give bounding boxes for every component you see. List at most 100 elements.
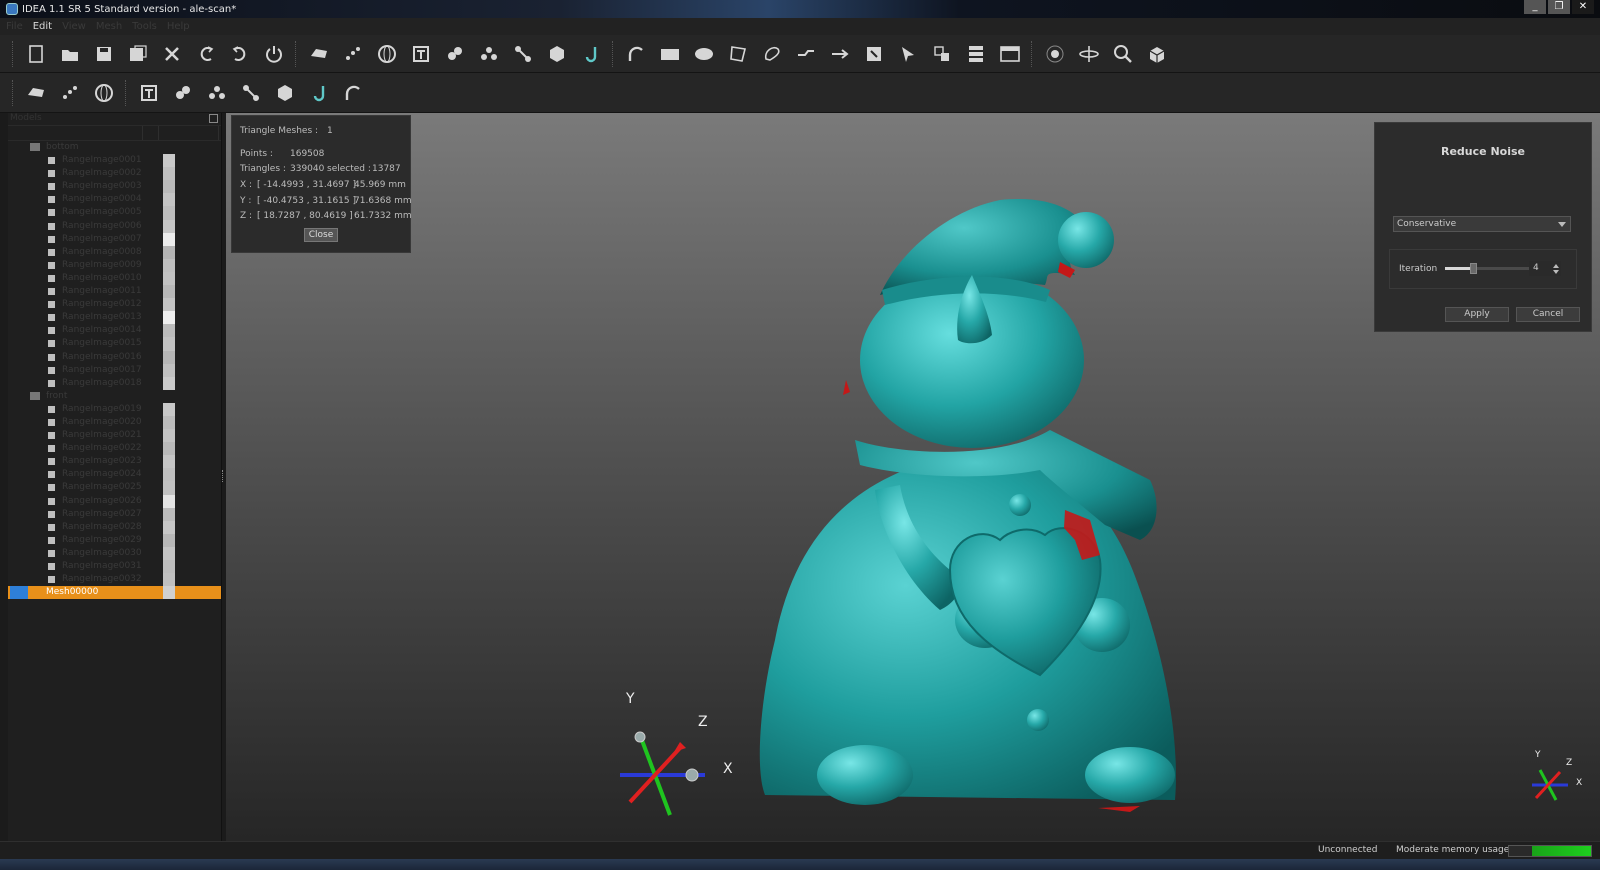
tree-item[interactable]: RangeImage0001 bbox=[8, 154, 221, 168]
tree-item[interactable]: RangeImage0008 bbox=[8, 245, 221, 259]
save-as-button[interactable] bbox=[123, 39, 153, 69]
open-folder-button[interactable] bbox=[55, 39, 85, 69]
tree-item[interactable]: RangeImage0005 bbox=[8, 206, 221, 220]
iteration-slider-handle[interactable] bbox=[1470, 263, 1477, 274]
tree-item[interactable]: RangeImage0007 bbox=[8, 232, 221, 246]
delete-x-button[interactable] bbox=[157, 39, 187, 69]
edit-tool-4-button[interactable] bbox=[236, 78, 266, 108]
color-swatch[interactable] bbox=[163, 468, 175, 482]
tree-item[interactable]: RangeImage0021 bbox=[8, 429, 221, 443]
light-button[interactable] bbox=[21, 78, 51, 108]
color-swatch[interactable] bbox=[163, 219, 175, 233]
tree-item[interactable]: RangeImage0024 bbox=[8, 468, 221, 482]
tree-item[interactable]: RangeImage0031 bbox=[8, 560, 221, 574]
tree-item[interactable]: RangeImage0032 bbox=[8, 573, 221, 587]
invert-select-button[interactable] bbox=[859, 39, 889, 69]
color-swatch[interactable] bbox=[163, 429, 175, 443]
color-swatch[interactable] bbox=[163, 507, 175, 521]
tree-item[interactable]: RangeImage0017 bbox=[8, 363, 221, 377]
tree-item[interactable]: RangeImage0029 bbox=[8, 533, 221, 547]
toolbar-grip[interactable] bbox=[12, 40, 15, 67]
maximize-button[interactable]: ❐ bbox=[1548, 0, 1570, 14]
line-segment-button[interactable] bbox=[791, 39, 821, 69]
merge-button[interactable] bbox=[440, 39, 470, 69]
edit-tool-2-button[interactable] bbox=[168, 78, 198, 108]
close-window-button[interactable]: ✕ bbox=[1572, 0, 1594, 14]
tree-item[interactable]: RangeImage0011 bbox=[8, 285, 221, 299]
tree-item[interactable]: RangeImage0026 bbox=[8, 494, 221, 508]
tree-item[interactable]: RangeImage0027 bbox=[8, 507, 221, 521]
snowman-mesh[interactable] bbox=[759, 199, 1176, 812]
lasso-button[interactable] bbox=[757, 39, 787, 69]
surface-button[interactable] bbox=[304, 78, 334, 108]
zoom-button[interactable] bbox=[1108, 39, 1138, 69]
color-swatch[interactable] bbox=[163, 285, 175, 299]
scanner-button[interactable] bbox=[304, 39, 334, 69]
cancel-button[interactable]: Cancel bbox=[1516, 307, 1580, 322]
tree-item[interactable]: RangeImage0028 bbox=[8, 520, 221, 534]
color-swatch[interactable] bbox=[163, 206, 175, 220]
tree-item[interactable]: RangeImage0004 bbox=[8, 193, 221, 207]
layers-button[interactable] bbox=[961, 39, 991, 69]
ellipse-select-button[interactable] bbox=[689, 39, 719, 69]
save-button[interactable] bbox=[89, 39, 119, 69]
column-color[interactable] bbox=[143, 126, 159, 140]
tree-item-selected[interactable]: Mesh00000 bbox=[8, 586, 221, 600]
tree-item[interactable]: RangeImage0023 bbox=[8, 455, 221, 469]
color-swatch[interactable] bbox=[163, 494, 175, 508]
tree-item[interactable]: RangeImage0020 bbox=[8, 415, 221, 430]
color-swatch[interactable] bbox=[163, 180, 175, 194]
noise-mode-dropdown[interactable]: Conservative bbox=[1393, 216, 1571, 232]
tree-item[interactable]: RangeImage0018 bbox=[8, 376, 221, 390]
tree-item[interactable]: RangeImage0002 bbox=[8, 167, 221, 181]
color-swatch[interactable] bbox=[163, 298, 175, 312]
tree-group-bottom[interactable]: bottom bbox=[8, 141, 221, 154]
edit-tool-3-button[interactable] bbox=[202, 78, 232, 108]
spin-down-icon[interactable] bbox=[1553, 270, 1559, 274]
spin-up-icon[interactable] bbox=[1553, 264, 1559, 268]
polygon-select-button[interactable] bbox=[723, 39, 753, 69]
hexagon-button[interactable] bbox=[542, 39, 572, 69]
edit-tool-5-button[interactable] bbox=[270, 78, 300, 108]
cube-view-button[interactable] bbox=[1142, 39, 1172, 69]
edit-tool-1-button[interactable] bbox=[134, 78, 164, 108]
color-swatch[interactable] bbox=[163, 258, 175, 272]
tree-item[interactable]: RangeImage0003 bbox=[8, 180, 221, 194]
panel-splitter-handle[interactable] bbox=[222, 470, 224, 482]
texture-color-button[interactable] bbox=[89, 78, 119, 108]
color-swatch[interactable] bbox=[163, 533, 175, 547]
power-button[interactable] bbox=[259, 39, 289, 69]
toolbar-grip[interactable] bbox=[12, 79, 15, 106]
arrow-line-button[interactable] bbox=[825, 39, 855, 69]
tree-group-front[interactable]: front bbox=[8, 390, 221, 403]
color-swatch[interactable] bbox=[163, 167, 175, 181]
iteration-spinbox[interactable]: 4 bbox=[1529, 261, 1561, 276]
color-swatch[interactable] bbox=[163, 232, 175, 246]
color-swatch[interactable] bbox=[163, 337, 175, 351]
info-close-button[interactable]: Close bbox=[304, 228, 338, 242]
color-swatch[interactable] bbox=[163, 560, 175, 574]
rectangle-select-button[interactable] bbox=[655, 39, 685, 69]
color-swatch[interactable] bbox=[163, 546, 175, 560]
color-swatch[interactable] bbox=[163, 363, 175, 377]
transform-button[interactable] bbox=[927, 39, 957, 69]
color-swatch[interactable] bbox=[163, 455, 175, 469]
shading-button[interactable] bbox=[55, 78, 85, 108]
fuse-button[interactable] bbox=[474, 39, 504, 69]
window-button[interactable] bbox=[995, 39, 1025, 69]
menu-item-file[interactable]: File bbox=[6, 21, 23, 32]
tree-item[interactable]: RangeImage0014 bbox=[8, 324, 221, 338]
globe-sphere-button[interactable] bbox=[372, 39, 402, 69]
color-swatch[interactable] bbox=[163, 415, 175, 430]
tree-item[interactable]: RangeImage0016 bbox=[8, 350, 221, 364]
curve-j-button[interactable] bbox=[576, 39, 606, 69]
menu-item-tools[interactable]: Tools bbox=[132, 21, 157, 32]
color-swatch[interactable] bbox=[163, 193, 175, 207]
minimize-button[interactable]: _ bbox=[1524, 0, 1546, 14]
tree-item[interactable]: RangeImage0025 bbox=[8, 481, 221, 495]
measure-button[interactable] bbox=[338, 78, 368, 108]
cursor-select-button[interactable] bbox=[893, 39, 923, 69]
color-swatch[interactable] bbox=[163, 586, 175, 600]
float-panel-icon[interactable] bbox=[209, 114, 218, 123]
color-swatch[interactable] bbox=[163, 154, 175, 168]
